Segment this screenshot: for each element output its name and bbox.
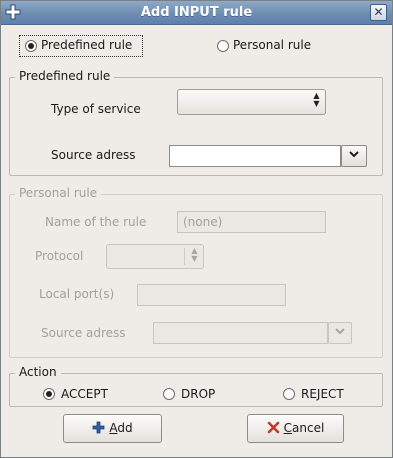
drop-radio-label[interactable]: DROP bbox=[181, 387, 215, 401]
cancel-button-mnemonic: C bbox=[283, 421, 293, 435]
source-address-input[interactable] bbox=[169, 145, 341, 167]
personal-source-address-input[interactable] bbox=[153, 322, 328, 344]
cancel-x-icon bbox=[267, 421, 280, 437]
protocol-select[interactable]: ▲ ▼ bbox=[106, 244, 204, 269]
local-ports-input[interactable] bbox=[137, 284, 286, 306]
personal-rule-radio-label[interactable]: Personal rule bbox=[233, 38, 311, 52]
source-address-dropdown-button[interactable] bbox=[341, 145, 367, 167]
protocol-label: Protocol bbox=[35, 249, 84, 263]
window-title: Add INPUT rule bbox=[140, 5, 253, 20]
dialog-window: Add INPUT rule ✕ Predefined rule Persona… bbox=[0, 0, 393, 458]
close-icon: ✕ bbox=[373, 5, 384, 19]
accept-radio-label[interactable]: ACCEPT bbox=[61, 387, 108, 401]
chevron-down-icon bbox=[335, 327, 345, 338]
add-button[interactable]: Add bbox=[63, 414, 162, 443]
type-of-service-select[interactable]: ▲ ▼ bbox=[177, 89, 326, 115]
rule-name-input[interactable]: (none) bbox=[177, 211, 326, 233]
rule-name-value: (none) bbox=[183, 215, 223, 229]
updown-arrows-icon: ▲ ▼ bbox=[313, 91, 320, 108]
reject-radio-label[interactable]: REJECT bbox=[301, 387, 344, 401]
predefined-rule-legend: Predefined rule bbox=[15, 69, 115, 83]
source-address-label: Source adress bbox=[51, 148, 136, 162]
action-legend: Action bbox=[15, 365, 61, 379]
close-button[interactable]: ✕ bbox=[370, 4, 387, 21]
updown-arrows-icon: ▲ ▼ bbox=[191, 246, 198, 263]
personal-rule-radio[interactable] bbox=[217, 40, 229, 52]
personal-rule-legend: Personal rule bbox=[15, 186, 102, 200]
type-of-service-label: Type of service bbox=[51, 102, 141, 116]
chevron-down-icon bbox=[349, 150, 359, 161]
rule-name-label: Name of the rule bbox=[45, 215, 147, 229]
predefined-rule-radio-label[interactable]: Predefined rule bbox=[41, 38, 132, 52]
add-plus-icon bbox=[92, 421, 105, 437]
title-bar[interactable]: Add INPUT rule ✕ bbox=[1, 1, 392, 25]
add-button-label: dd bbox=[117, 421, 133, 435]
personal-source-address-dropdown-button[interactable] bbox=[328, 322, 352, 344]
cancel-button-label: ancel bbox=[292, 421, 325, 435]
drop-radio[interactable] bbox=[163, 388, 175, 400]
accept-radio[interactable] bbox=[43, 388, 55, 400]
predefined-rule-radio[interactable] bbox=[25, 40, 37, 52]
personal-source-address-label: Source adress bbox=[41, 326, 126, 340]
local-ports-label: Local port(s) bbox=[39, 287, 115, 301]
cancel-button[interactable]: Cancel bbox=[247, 414, 344, 443]
separator bbox=[184, 248, 185, 265]
reject-radio[interactable] bbox=[283, 388, 295, 400]
